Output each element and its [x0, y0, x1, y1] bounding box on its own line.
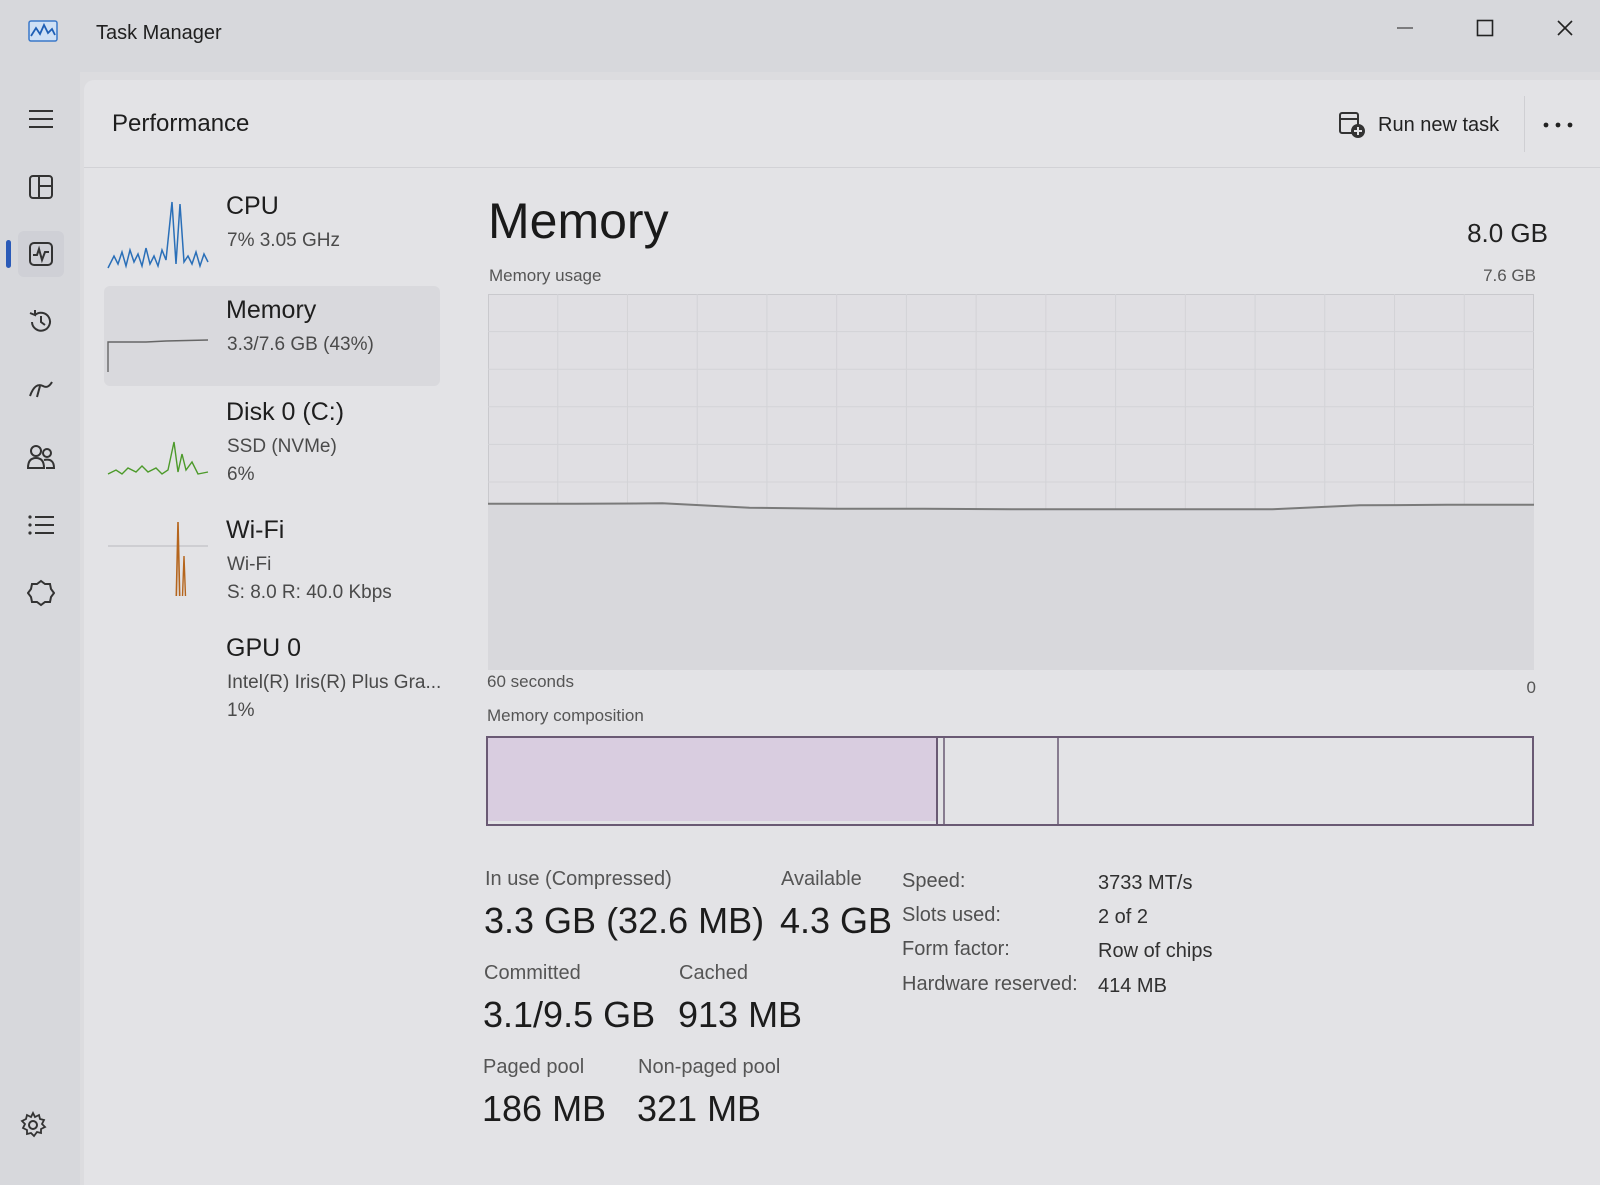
speed-value: 3733 MT/s: [1098, 872, 1193, 894]
nav-settings[interactable]: [10, 1102, 56, 1148]
nav-performance[interactable]: [18, 231, 64, 277]
main-panel: Performance Run new task CPU 7% 3.05 GHz: [84, 80, 1600, 1185]
device-cpu-usage: 7% 3.05 GHz: [227, 230, 340, 251]
non-paged-pool-value: 321 MB: [637, 1088, 762, 1129]
slots-used-value: 2 of 2: [1098, 906, 1149, 928]
in-use-label: In use (Compressed): [485, 868, 672, 890]
paged-pool-value: 186 MB: [482, 1088, 607, 1129]
in-use-value: 3.3 GB (32.6 MB): [484, 900, 765, 941]
close-icon: [1557, 20, 1573, 36]
device-disk[interactable]: Disk 0 (C:) SSD (NVMe) 6%: [104, 390, 440, 490]
form-factor-value: Row of chips: [1098, 940, 1213, 962]
memory-thumbnail-graph: [107, 339, 209, 372]
gpu-thumbnail-graph: [106, 634, 210, 714]
run-new-task-button[interactable]: Run new task: [1324, 104, 1513, 146]
nav-app-history[interactable]: [18, 299, 64, 345]
hardware-reserved-value: 414 MB: [1098, 975, 1167, 997]
non-paged-pool-label: Non-paged pool: [638, 1056, 781, 1078]
paged-pool-label: Paged pool: [483, 1056, 585, 1078]
maximize-icon: [1476, 19, 1494, 37]
cached-value: 913 MB: [678, 994, 803, 1035]
menu-icon: [29, 110, 53, 128]
settings-icon: [20, 1111, 47, 1138]
available-label: Available: [781, 868, 862, 890]
active-indicator: [6, 240, 11, 268]
memory-composition-label: Memory composition: [487, 706, 644, 725]
device-gpu-model: Intel(R) Iris(R) Plus Gra...: [227, 672, 442, 693]
page-header: Performance Run new task: [84, 80, 1600, 168]
wifi-thumbnail-graph: [108, 521, 208, 596]
users-icon: [26, 445, 56, 469]
page-title: Performance: [112, 110, 250, 137]
run-task-icon: [1339, 112, 1365, 138]
memory-usage-label: Memory usage: [489, 266, 602, 285]
device-disk-usage: 6%: [227, 464, 255, 485]
nav-startup-apps[interactable]: [18, 366, 64, 412]
performance-icon: [29, 242, 53, 266]
cached-label: Cached: [679, 962, 748, 984]
nav-users[interactable]: [18, 434, 64, 480]
device-memory-name: Memory: [226, 296, 317, 324]
form-factor-label: Form factor:: [902, 938, 1010, 960]
device-wifi-adapter: Wi-Fi: [227, 554, 272, 575]
device-gpu-name: GPU 0: [226, 634, 302, 662]
header-divider: [1524, 96, 1525, 152]
device-gpu[interactable]: GPU 0 Intel(R) Iris(R) Plus Gra... 1%: [104, 626, 442, 726]
device-disk-name: Disk 0 (C:): [226, 398, 345, 426]
device-gpu-usage: 1%: [227, 700, 255, 721]
minimize-button[interactable]: [1380, 8, 1430, 48]
processes-icon: [29, 175, 53, 199]
more-options-button[interactable]: [1528, 104, 1588, 146]
slots-used-label: Slots used:: [902, 904, 1001, 926]
cpu-thumbnail-graph: [107, 201, 209, 269]
device-memory-usage: 3.3/7.6 GB (43%): [227, 334, 374, 355]
device-wifi-name: Wi-Fi: [226, 516, 285, 544]
more-options-icon: [1543, 122, 1573, 128]
services-icon: [27, 579, 55, 607]
task-manager-logo-icon: [28, 20, 58, 42]
committed-label: Committed: [484, 962, 581, 984]
menu-button[interactable]: [18, 96, 64, 142]
memory-usage-graph: [488, 294, 1534, 670]
title-bar: Task Manager: [0, 0, 1600, 72]
run-new-task-label: Run new task: [1378, 113, 1500, 136]
disk-thumbnail-graph: [107, 441, 209, 475]
speed-label: Speed:: [902, 870, 966, 892]
device-cpu[interactable]: CPU 7% 3.05 GHz: [104, 182, 440, 282]
available-value: 4.3 GB: [780, 900, 893, 941]
nav-services[interactable]: [18, 570, 64, 616]
minimize-icon: [1397, 27, 1413, 29]
navigation-rail: [0, 72, 80, 1185]
nav-details[interactable]: [18, 502, 64, 548]
time-span-label: 60 seconds: [487, 672, 574, 691]
details-icon: [28, 515, 54, 535]
nav-processes[interactable]: [18, 164, 64, 210]
device-memory[interactable]: Memory 3.3/7.6 GB (43%): [104, 286, 440, 386]
close-button[interactable]: [1540, 8, 1590, 48]
app-history-icon: [29, 310, 51, 332]
device-wifi-throughput: S: 8.0 R: 40.0 Kbps: [227, 582, 392, 603]
device-disk-type: SSD (NVMe): [227, 436, 337, 457]
memory-usage-area: [488, 503, 1534, 670]
composition-in-use: [487, 737, 936, 821]
memory-total: 8.0 GB: [1467, 218, 1548, 248]
hardware-reserved-label: Hardware reserved:: [902, 973, 1078, 995]
graph-zero-label: 0: [1526, 678, 1536, 697]
memory-usage-max: 7.6 GB: [1483, 266, 1536, 285]
startup-apps-icon: [29, 381, 53, 398]
device-cpu-name: CPU: [226, 192, 279, 220]
device-wifi[interactable]: Wi-Fi Wi-Fi S: 8.0 R: 40.0 Kbps: [104, 508, 440, 608]
app-title: Task Manager: [96, 22, 222, 44]
committed-value: 3.1/9.5 GB: [483, 994, 656, 1035]
detail-title: Memory: [488, 193, 669, 249]
maximize-button[interactable]: [1460, 8, 1510, 48]
memory-composition-bar: [486, 736, 1534, 826]
